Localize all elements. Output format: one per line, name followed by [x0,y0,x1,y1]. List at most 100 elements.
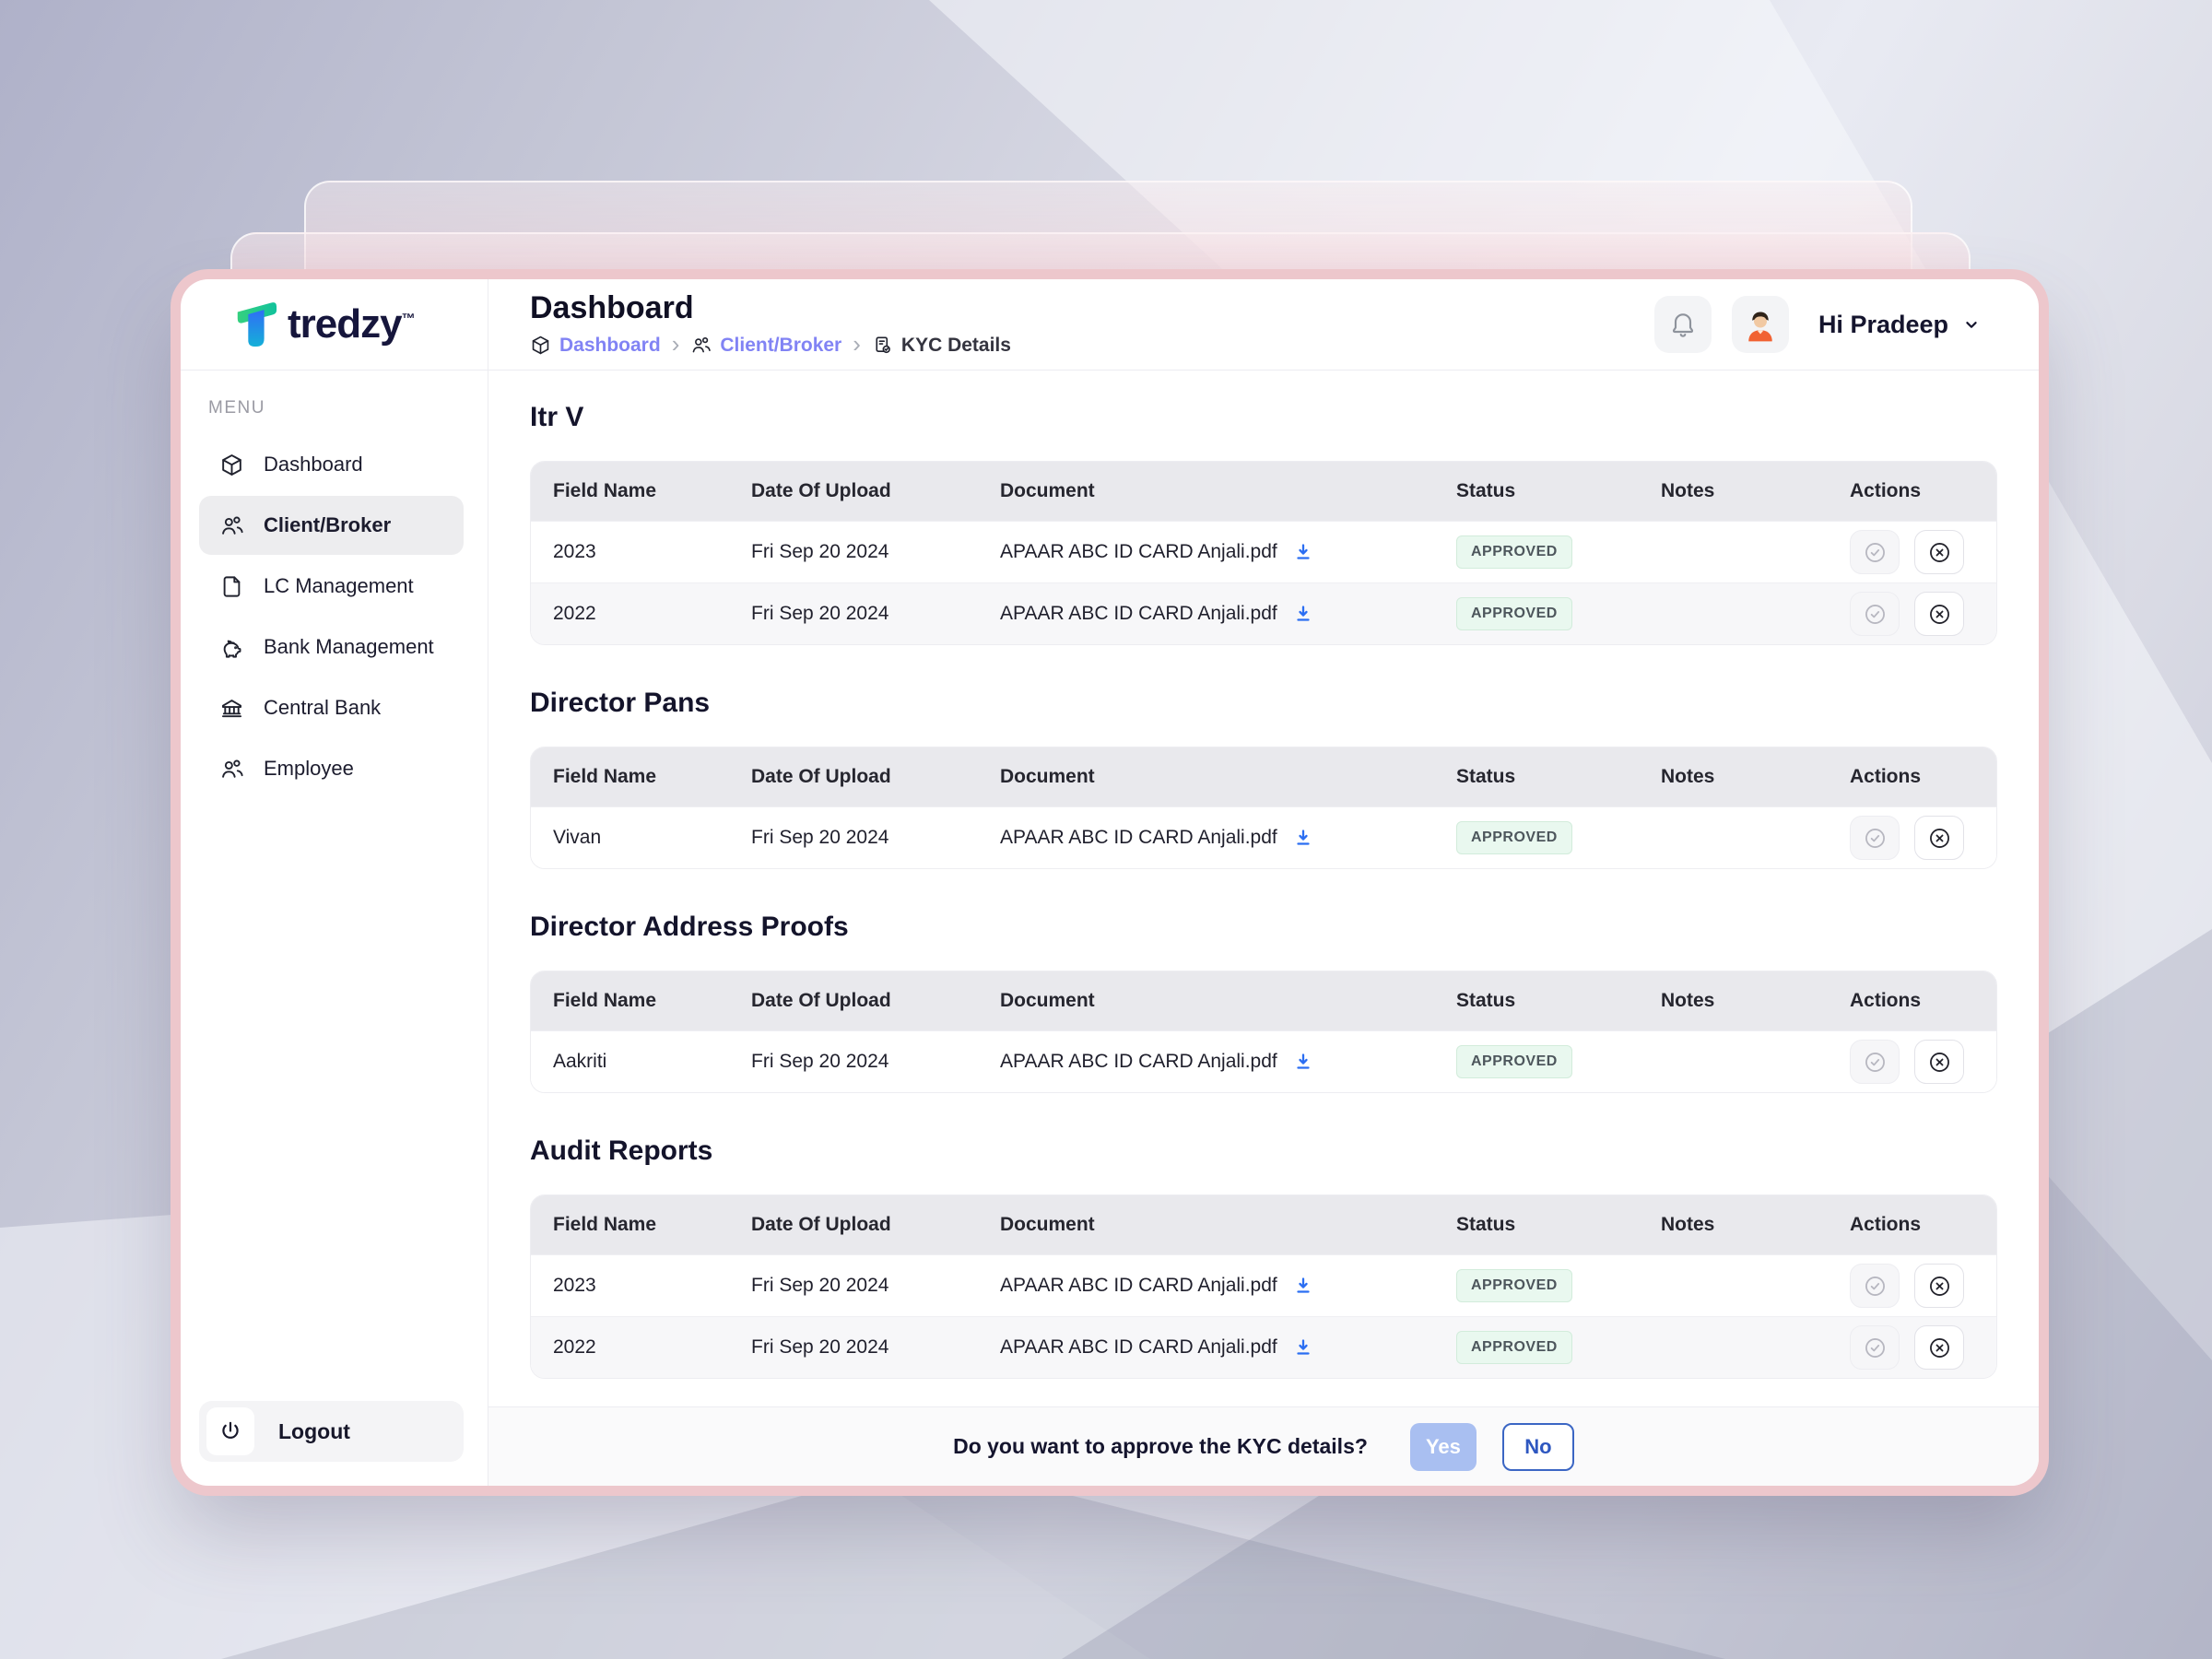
column-header-status: Status [1434,990,1639,1012]
sidebar-item-dashboard[interactable]: Dashboard [199,435,464,494]
table-header-row: Field NameDate Of UploadDocumentStatusNo… [531,1195,1996,1254]
cell-date-of-upload: Fri Sep 20 2024 [729,1275,978,1297]
column-header-document: Document [978,1214,1434,1236]
approve-button[interactable] [1850,1325,1900,1370]
column-header-document: Document [978,990,1434,1012]
cell-document: APAAR ABC ID CARD Anjali.pdf [978,1275,1434,1297]
column-header-document: Document [978,766,1434,788]
kyc-approve-question: Do you want to approve the KYC details? [953,1434,1368,1459]
logout-area: Logout [181,1401,488,1486]
section-title: Itr V [530,402,1997,433]
yes-button[interactable]: Yes [1410,1423,1477,1471]
reject-button[interactable] [1914,1264,1964,1308]
section-title: Audit Reports [530,1135,1997,1167]
approve-button[interactable] [1850,530,1900,574]
column-header-notes: Notes [1639,766,1828,788]
logout-button[interactable]: Logout [199,1401,464,1462]
document-name: APAAR ABC ID CARD Anjali.pdf [1000,1275,1277,1297]
column-header-actions: Actions [1828,990,1996,1012]
column-header-actions: Actions [1828,1214,1996,1236]
table-row: Aakriti Fri Sep 20 2024 APAAR ABC ID CAR… [531,1030,1996,1092]
column-header-actions: Actions [1828,480,1996,502]
approve-button[interactable] [1850,592,1900,636]
brand-name: tredzy™ [288,301,416,347]
kyc-table: Field NameDate Of UploadDocumentStatusNo… [530,747,1997,869]
file-icon [219,574,244,599]
status-badge: APPROVED [1456,1269,1572,1302]
cell-date-of-upload: Fri Sep 20 2024 [729,1051,978,1073]
cell-field-name: 2023 [531,1275,729,1297]
cell-field-name: 2022 [531,603,729,625]
sidebar-item-employee[interactable]: Employee [199,739,464,798]
download-icon [1292,1336,1314,1359]
reject-button[interactable] [1914,592,1964,636]
x-circle-icon [1927,540,1952,565]
user-menu[interactable]: Hi Pradeep [1818,311,1982,339]
x-circle-icon [1927,602,1952,627]
cell-actions [1828,1264,1996,1308]
notifications-button[interactable] [1654,296,1712,353]
no-button[interactable]: No [1502,1423,1574,1471]
column-header-status: Status [1434,480,1639,502]
reject-button[interactable] [1914,530,1964,574]
breadcrumb-label: KYC Details [901,335,1011,357]
breadcrumb-separator: › [672,332,680,359]
sidebar-item-lc-management[interactable]: LC Management [199,557,464,616]
x-circle-icon [1927,1335,1952,1360]
breadcrumb-label: Dashboard [559,335,661,357]
download-button[interactable] [1292,1051,1314,1073]
cell-field-name: 2023 [531,541,729,563]
document-name: APAAR ABC ID CARD Anjali.pdf [1000,603,1277,625]
column-header-field-name: Field Name [531,1214,729,1236]
column-header-date-of-upload: Date Of Upload [729,990,978,1012]
kyc-table: Field NameDate Of UploadDocumentStatusNo… [530,1194,1997,1379]
column-header-date-of-upload: Date Of Upload [729,766,978,788]
desktop-background: { "brand": { "name": "tredzy", "tm": "™"… [0,0,2212,1659]
cell-document: APAAR ABC ID CARD Anjali.pdf [978,1336,1434,1359]
column-header-date-of-upload: Date Of Upload [729,480,978,502]
document-name: APAAR ABC ID CARD Anjali.pdf [1000,541,1277,563]
page-header: Dashboard Dashboard › Client/Broker › KYC De… [488,279,2039,371]
breadcrumb-item-client-broker[interactable]: Client/Broker [690,335,841,357]
avatar[interactable] [1732,296,1789,353]
status-badge: APPROVED [1456,1331,1572,1364]
x-circle-icon [1927,1274,1952,1299]
reject-button[interactable] [1914,1040,1964,1084]
approve-button[interactable] [1850,1264,1900,1308]
cell-actions [1828,592,1996,636]
cell-field-name: Aakriti [531,1051,729,1073]
download-button[interactable] [1292,1275,1314,1297]
approve-button[interactable] [1850,1040,1900,1084]
app-window: tredzy™ MENU DashboardClient/BrokerLC Ma… [181,279,2039,1486]
sidebar-item-central-bank[interactable]: Central Bank [199,678,464,737]
users-icon [219,513,244,538]
check-circle-icon [1863,826,1888,851]
breadcrumb-separator: › [853,332,861,359]
header-actions: Hi Pradeep [1654,296,1982,353]
document-name: APAAR ABC ID CARD Anjali.pdf [1000,1336,1277,1359]
sidebar-item-bank-management[interactable]: Bank Management [199,618,464,677]
kyc-section: Audit Reports Field NameDate Of UploadDo… [530,1135,1997,1379]
download-button[interactable] [1292,1336,1314,1359]
reject-button[interactable] [1914,816,1964,860]
cell-status: APPROVED [1434,1045,1639,1078]
check-circle-icon [1863,1335,1888,1360]
download-button[interactable] [1292,827,1314,849]
users-icon [219,757,244,782]
table-row: 2023 Fri Sep 20 2024 APAAR ABC ID CARD A… [531,1254,1996,1316]
section-title: Director Address Proofs [530,912,1997,943]
breadcrumb-item-dashboard[interactable]: Dashboard [530,335,661,357]
brand-logo: tredzy™ [181,279,488,371]
cell-actions [1828,530,1996,574]
sidebar-item-client-broker[interactable]: Client/Broker [199,496,464,555]
table-body: 2023 Fri Sep 20 2024 APAAR ABC ID CARD A… [531,1254,1996,1378]
sidebar-item-label: Client/Broker [264,513,391,537]
approve-button[interactable] [1850,816,1900,860]
document-name: APAAR ABC ID CARD Anjali.pdf [1000,1051,1277,1073]
download-button[interactable] [1292,603,1314,625]
cell-field-name: Vivan [531,827,729,849]
download-button[interactable] [1292,541,1314,563]
breadcrumb: Dashboard › Client/Broker › KYC Details [530,332,1011,359]
reject-button[interactable] [1914,1325,1964,1370]
main-panel: Dashboard Dashboard › Client/Broker › KYC De… [488,279,2039,1486]
